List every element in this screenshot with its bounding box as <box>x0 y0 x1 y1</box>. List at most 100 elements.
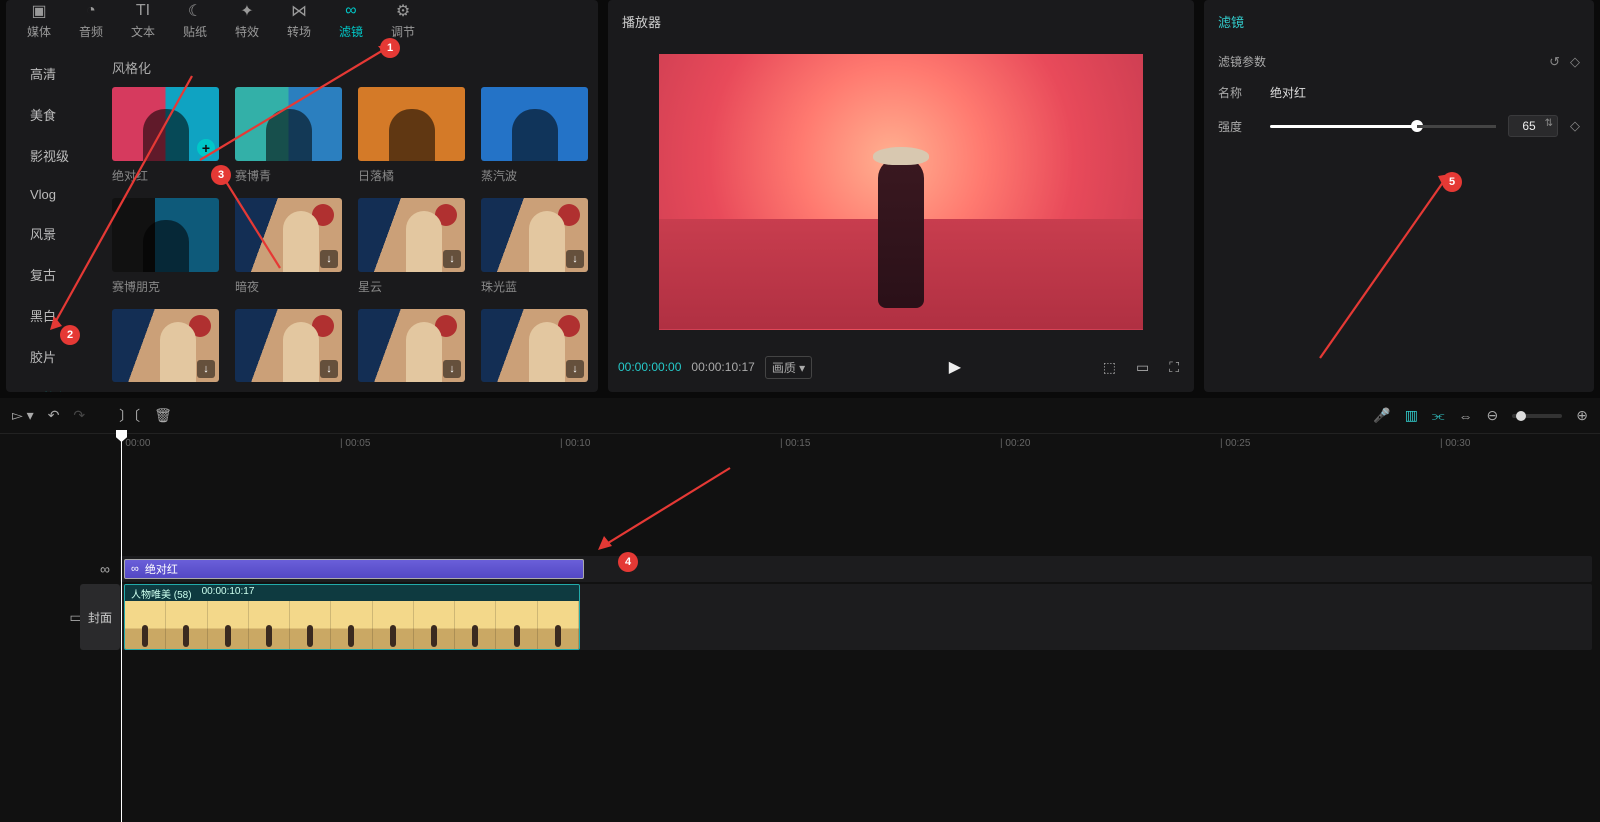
tab-贴纸[interactable]: ☾贴纸 <box>170 0 220 46</box>
category-胶片[interactable]: 胶片 <box>30 347 102 366</box>
filter-card-星云[interactable]: ↓星云 <box>358 198 465 295</box>
filter-track-icon[interactable]: ∞ <box>100 561 110 577</box>
download-icon[interactable]: ↓ <box>443 360 461 378</box>
card-label: 日落橘 <box>358 167 465 184</box>
clip-name: 人物唯美 (58) <box>131 586 192 600</box>
tab-特效[interactable]: ✦特效 <box>222 0 272 46</box>
snap-toggle[interactable]: ▥ <box>1405 407 1418 424</box>
filter-card-暗夜[interactable]: ↓ 暗夜 <box>235 198 342 295</box>
贴纸-icon: ☾ <box>188 2 202 20</box>
mic-icon[interactable]: 🎤 <box>1373 407 1390 424</box>
zoom-slider[interactable] <box>1512 414 1562 418</box>
player-panel: 播放器 00:00:00:00 00:00:10:17 画质 ▾ ▶ ⬚ ▭ ⛶ <box>608 0 1194 392</box>
playhead[interactable] <box>121 432 122 822</box>
category-Vlog[interactable]: Vlog <box>30 187 102 202</box>
音频-icon: ◔ <box>86 2 96 20</box>
category-复古[interactable]: 复古 <box>30 265 102 284</box>
filter-card-蒸汽波[interactable]: 蒸汽波 <box>481 87 588 184</box>
card-label: 珠光蓝 <box>481 278 588 295</box>
tab-文本[interactable]: TI文本 <box>118 0 168 46</box>
play-button[interactable]: ▶ <box>944 354 966 380</box>
cover-button[interactable]: 封面 <box>80 584 120 650</box>
tick: | 00:10 <box>560 438 590 449</box>
媒体-icon: ▣ <box>31 2 46 20</box>
category-风格化[interactable]: 风格化 <box>30 388 102 392</box>
tick: | 00:30 <box>1440 438 1470 449</box>
reset-icon[interactable]: ↺ <box>1549 54 1560 70</box>
download-icon[interactable]: ↓ <box>443 250 461 268</box>
link-toggle[interactable]: ⫘ <box>1432 407 1445 424</box>
player-viewport[interactable] <box>618 33 1184 350</box>
card-label: 赛博朋克 <box>112 278 219 295</box>
category-list: 高清美食影视级 Vlog 风景复古黑白胶片风格化 <box>6 46 102 392</box>
annotation-dot-4: 4 <box>618 552 638 572</box>
download-icon[interactable]: ↓ <box>320 250 338 268</box>
split-tool[interactable]: 〕〔 <box>119 406 140 426</box>
player-title: 播放器 <box>618 6 1184 33</box>
filter-clip[interactable]: ∞ 绝对红 <box>124 559 584 579</box>
filter-card-赛博青[interactable]: 赛博青 <box>235 87 342 184</box>
filter-clip-icon: ∞ <box>131 563 139 575</box>
filter-card-9[interactable]: ↓ <box>235 309 342 389</box>
main-tabs: ▣媒体◔音频TI文本☾贴纸✦特效⋈转场∞滤镜⚙调节 <box>6 0 598 46</box>
annotation-dot-1: 1 <box>380 38 400 58</box>
download-icon[interactable]: ↓ <box>320 360 338 378</box>
tick: | 00:15 <box>780 438 810 449</box>
redo-button[interactable]: ↷ <box>73 407 85 424</box>
zoom-out-icon[interactable]: ⊖ <box>1487 407 1499 424</box>
timeline-panel: ▻ ▾ ↶ ↷ 〕〔 🗑 🎤 ▥ ⫘ ⇔ ⊖ ⊕ | 00:00| 00:05|… <box>0 398 1600 822</box>
intensity-keyframe-icon[interactable]: ◇ <box>1570 118 1580 134</box>
time-total: 00:00:10:17 <box>691 360 754 374</box>
download-icon[interactable]: ↓ <box>566 360 584 378</box>
tab-媒体[interactable]: ▣媒体 <box>14 0 64 46</box>
intensity-slider[interactable] <box>1270 125 1496 128</box>
card-label: 暗夜 <box>235 278 342 295</box>
section-label: 滤镜参数 <box>1218 53 1549 70</box>
filter-card-珠光蓝[interactable]: ↓ 珠光蓝 <box>481 198 588 295</box>
time-ruler[interactable]: | 00:00| 00:05| 00:10| 00:15| 00:20| 00:… <box>120 434 1600 456</box>
tick: | 00:25 <box>1220 438 1250 449</box>
inspector-title: 滤镜 <box>1218 8 1580 39</box>
filter-card-绝对红[interactable]: + 绝对红 <box>112 87 219 184</box>
filter-clip-label: 绝对红 <box>145 561 178 577</box>
video-clip[interactable]: 人物唯美 (58) 00:00:10:17 <box>124 584 580 650</box>
intensity-input[interactable]: 65 <box>1508 115 1558 137</box>
tab-音频[interactable]: ◔音频 <box>66 0 116 46</box>
ratio-icon[interactable]: ▭ <box>1131 356 1154 379</box>
特效-icon: ✦ <box>240 2 253 20</box>
tick: | 00:20 <box>1000 438 1030 449</box>
filter-card-日落橘[interactable]: 日落橘 <box>358 87 465 184</box>
annotation-dot-5: 5 <box>1442 172 1462 192</box>
filter-card-11[interactable]: ↓ <box>481 309 588 389</box>
compare-icon[interactable]: ⬚ <box>1098 356 1121 379</box>
download-icon[interactable]: ↓ <box>566 250 584 268</box>
category-美食[interactable]: 美食 <box>30 105 102 124</box>
转场-icon: ⋈ <box>291 2 307 20</box>
pointer-tool[interactable]: ▻ ▾ <box>12 407 34 424</box>
download-icon[interactable]: ↓ <box>197 360 215 378</box>
annotation-dot-3: 3 <box>211 165 231 185</box>
card-label: 绝对红 <box>112 167 219 184</box>
fullscreen-icon[interactable]: ⛶ <box>1164 356 1184 379</box>
filter-card-8[interactable]: ↓ <box>112 309 219 389</box>
category-风景[interactable]: 风景 <box>30 224 102 243</box>
align-icon[interactable]: ⇔ <box>1459 408 1473 424</box>
tab-转场[interactable]: ⋈转场 <box>274 0 324 46</box>
category-高清[interactable]: 高清 <box>30 64 102 83</box>
文本-icon: TI <box>136 2 150 20</box>
add-icon[interactable]: + <box>197 139 215 157</box>
keyframe-icon[interactable]: ◇ <box>1570 54 1580 70</box>
library-panel: ▣媒体◔音频TI文本☾贴纸✦特效⋈转场∞滤镜⚙调节 高清美食影视级Vlog风景复… <box>6 0 598 392</box>
category-黑白[interactable]: 黑白 <box>30 306 102 325</box>
delete-tool[interactable]: 🗑 <box>154 407 172 424</box>
filter-card-10[interactable]: ↓ <box>358 309 465 389</box>
filter-card-赛博朋克[interactable]: 赛博朋克 <box>112 198 219 295</box>
tick: | 00:05 <box>340 438 370 449</box>
annotation-dot-2: 2 <box>60 325 80 345</box>
undo-button[interactable]: ↶ <box>48 407 60 424</box>
tab-滤镜[interactable]: ∞滤镜 <box>326 0 376 46</box>
intensity-label: 强度 <box>1218 118 1258 135</box>
quality-dropdown[interactable]: 画质 ▾ <box>765 356 812 379</box>
category-影视级[interactable]: 影视级 <box>30 146 102 165</box>
zoom-in-icon[interactable]: ⊕ <box>1576 407 1588 424</box>
